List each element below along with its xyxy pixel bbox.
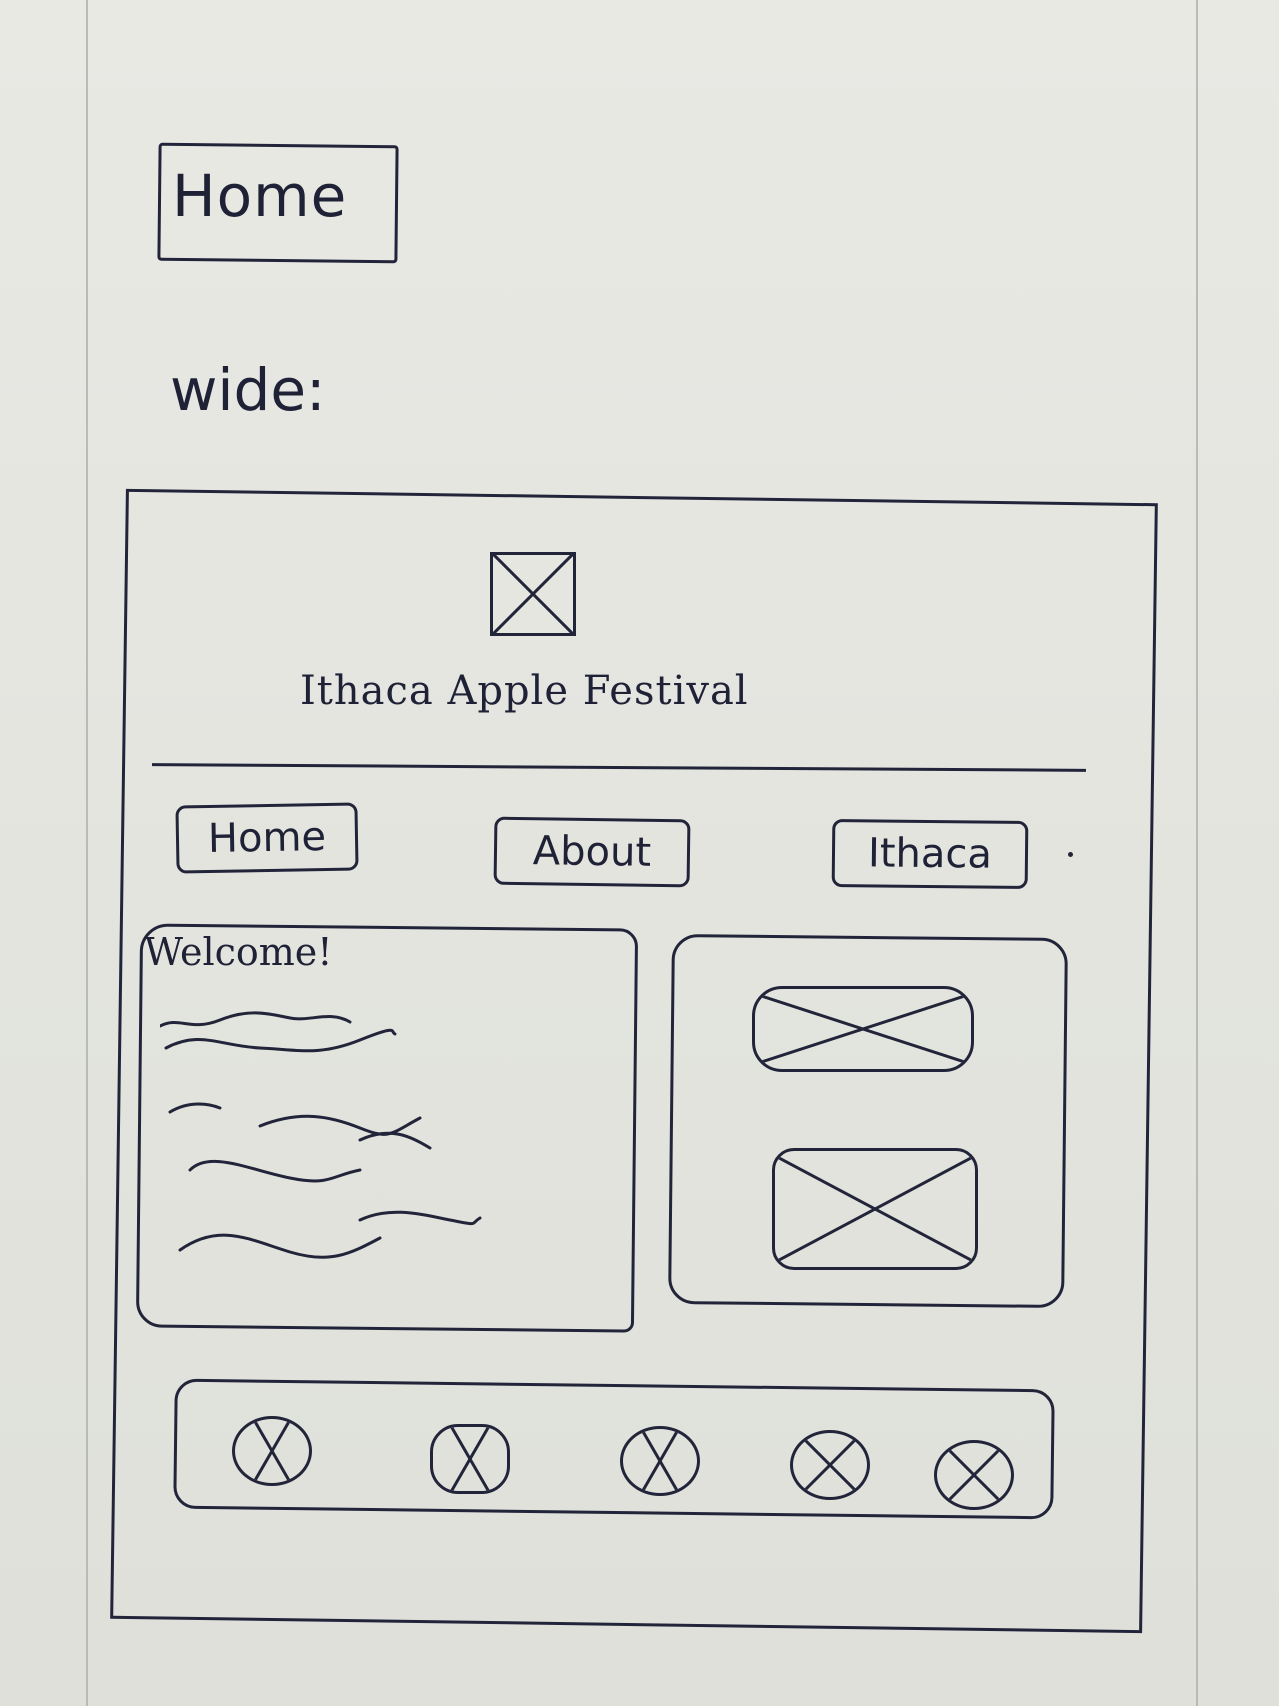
circle-x-icon[interactable] bbox=[430, 1424, 510, 1494]
nav-ithaca-button[interactable]: Ithaca bbox=[831, 818, 1029, 890]
circle-x-icon[interactable] bbox=[790, 1430, 870, 1500]
layout-variant-label: wide: bbox=[170, 356, 326, 424]
image-placeholder-icon bbox=[752, 986, 974, 1072]
placeholder-text-scribble bbox=[160, 1011, 482, 1259]
circle-x-icon[interactable] bbox=[620, 1426, 700, 1496]
right-margin-rule bbox=[1196, 0, 1198, 1706]
site-title: Ithaca Apple Festival bbox=[300, 668, 749, 714]
nav-about-button[interactable]: About bbox=[493, 816, 691, 888]
image-placeholder-icon bbox=[772, 1148, 978, 1270]
left-margin-rule bbox=[86, 0, 88, 1706]
notebook-page: Home wide: Ithaca Apple Festival Home Ab… bbox=[0, 0, 1279, 1706]
page-label: Home bbox=[172, 162, 348, 230]
logo-image-placeholder-icon bbox=[490, 552, 576, 636]
nav-home-button[interactable]: Home bbox=[175, 802, 359, 874]
circle-x-icon[interactable] bbox=[934, 1440, 1014, 1510]
welcome-heading: Welcome! bbox=[144, 930, 333, 974]
ink-dot bbox=[1068, 852, 1073, 857]
circle-x-icon[interactable] bbox=[232, 1416, 312, 1486]
